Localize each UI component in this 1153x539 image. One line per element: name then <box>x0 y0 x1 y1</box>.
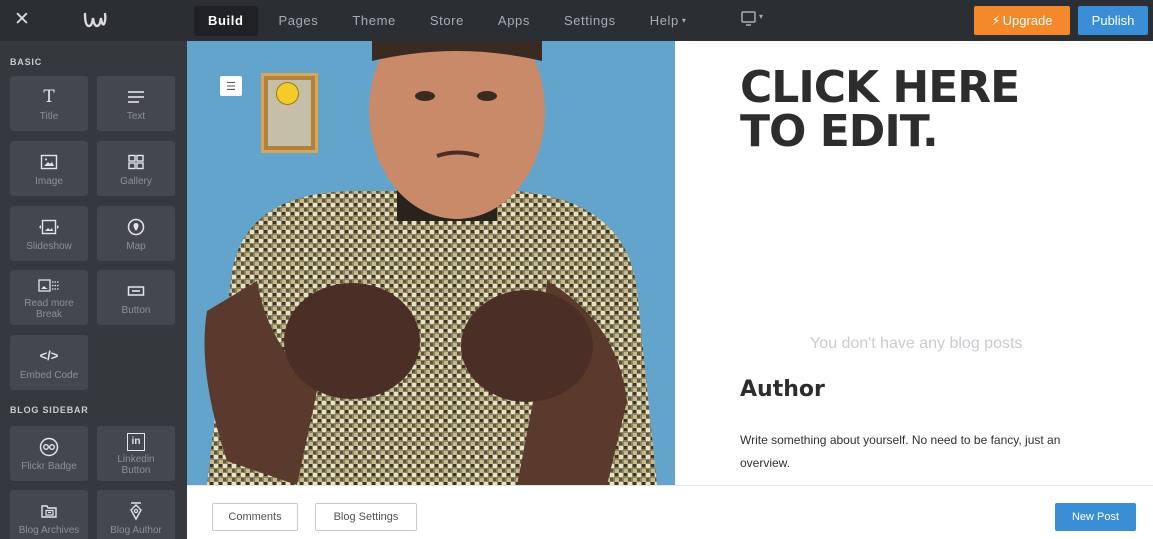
device-preview-dropdown[interactable]: ▾ <box>740 9 768 31</box>
element-map[interactable]: Map <box>97 206 175 261</box>
element-blog-archives[interactable]: Blog Archives <box>10 490 88 539</box>
nav-apps[interactable]: Apps <box>481 0 547 41</box>
sad-emoji-icon <box>276 82 299 105</box>
element-label: Map <box>126 240 146 252</box>
element-text[interactable]: Text <box>97 76 175 131</box>
hamburger-menu-icon[interactable]: ☰ <box>220 76 242 96</box>
blog-settings-button[interactable]: Blog Settings <box>315 503 417 531</box>
nav-theme-label: Theme <box>352 13 396 28</box>
slideshow-icon <box>37 216 61 238</box>
element-read-more-break[interactable]: Read more Break <box>10 270 88 325</box>
element-label: Title <box>39 110 59 122</box>
element-linkedin-button[interactable]: in Linkedin Button <box>97 426 175 481</box>
section-label-blog-sidebar: BLOG SIDEBAR <box>10 405 89 415</box>
close-icon[interactable]: ✕ <box>12 9 32 31</box>
element-label: Blog Author <box>110 524 162 536</box>
map-pin-icon <box>127 216 145 238</box>
nav-store[interactable]: Store <box>413 0 481 41</box>
nav-build[interactable]: Build <box>194 5 258 36</box>
button-icon <box>127 280 145 302</box>
element-label: Flickr Badge <box>21 460 77 472</box>
blog-action-bar: Comments Blog Settings New Post <box>187 485 1153 539</box>
element-label: Linkedin Button <box>117 454 155 476</box>
weebly-logo-icon[interactable] <box>82 8 108 32</box>
nav-pages-label: Pages <box>278 13 319 28</box>
element-label: Image <box>35 175 63 187</box>
element-label: Blog Archives <box>18 524 80 536</box>
embed-code-icon: </> <box>39 347 59 363</box>
blog-headline[interactable]: CLICK HERE TO EDIT. <box>740 66 1060 154</box>
main-nav: Build Pages Theme Store Apps Settings He… <box>190 0 704 41</box>
element-button[interactable]: Button <box>97 270 175 325</box>
author-pen-icon <box>127 500 145 522</box>
element-label: Text <box>126 110 146 122</box>
nav-pages[interactable]: Pages <box>262 0 336 41</box>
element-label: Read more Break <box>24 298 74 320</box>
author-heading[interactable]: Author <box>740 377 825 402</box>
element-label: Slideshow <box>26 240 72 252</box>
publish-button[interactable]: Publish <box>1078 6 1148 35</box>
image-icon <box>40 151 58 173</box>
text-icon <box>127 86 145 108</box>
lightning-icon: ⚡ <box>991 12 1001 28</box>
framed-thumbnail <box>261 73 318 153</box>
editor-canvas: ☰ CLICK HERE TO EDIT. You don't have any… <box>187 41 1153 485</box>
element-label: Button <box>121 304 151 316</box>
flickr-icon <box>39 436 59 458</box>
nav-build-label: Build <box>208 12 244 28</box>
nav-theme[interactable]: Theme <box>335 0 412 41</box>
element-label: Gallery <box>120 175 152 187</box>
element-image[interactable]: Image <box>10 141 88 196</box>
linkedin-glyph: in <box>127 433 145 451</box>
title-icon: T <box>43 86 55 107</box>
element-gallery[interactable]: Gallery <box>97 141 175 196</box>
chevron-down-icon: ▾ <box>759 12 764 21</box>
archive-icon <box>40 500 58 522</box>
nav-store-label: Store <box>429 13 464 28</box>
elements-sidebar: BASIC T Title Text Image Gallery Slidesh… <box>0 41 187 539</box>
top-toolbar: ✕ Build Pages Theme Store Apps Settings … <box>0 0 1153 41</box>
chevron-down-icon: ▾ <box>681 16 687 25</box>
upgrade-button[interactable]: ⚡ Upgrade <box>974 6 1070 35</box>
read-more-icon <box>38 275 60 297</box>
empty-posts-message: You don't have any blog posts <box>810 335 1023 352</box>
element-flickr-badge[interactable]: Flickr Badge <box>10 426 88 481</box>
comments-button[interactable]: Comments <box>212 503 298 531</box>
nav-help-label: Help <box>649 13 679 28</box>
element-label: Embed Code <box>19 369 79 381</box>
section-label-basic: BASIC <box>10 57 43 67</box>
monitor-icon <box>741 11 756 26</box>
nav-settings[interactable]: Settings <box>547 0 633 41</box>
nav-apps-label: Apps <box>497 13 530 28</box>
element-embed-code[interactable]: </> Embed Code <box>10 335 88 390</box>
author-description[interactable]: Write something about yourself. No need … <box>740 429 1100 475</box>
element-blog-author[interactable]: Blog Author <box>97 490 175 539</box>
new-post-button[interactable]: New Post <box>1055 503 1136 531</box>
linkedin-icon: in <box>127 431 145 453</box>
nav-help[interactable]: Help ▾ <box>633 0 704 41</box>
blog-header-image[interactable]: ☰ <box>187 41 675 485</box>
gallery-icon <box>127 151 145 173</box>
nav-settings-label: Settings <box>563 13 616 28</box>
element-title[interactable]: T Title <box>10 76 88 131</box>
upgrade-label: Upgrade <box>1002 13 1053 28</box>
element-slideshow[interactable]: Slideshow <box>10 206 88 261</box>
